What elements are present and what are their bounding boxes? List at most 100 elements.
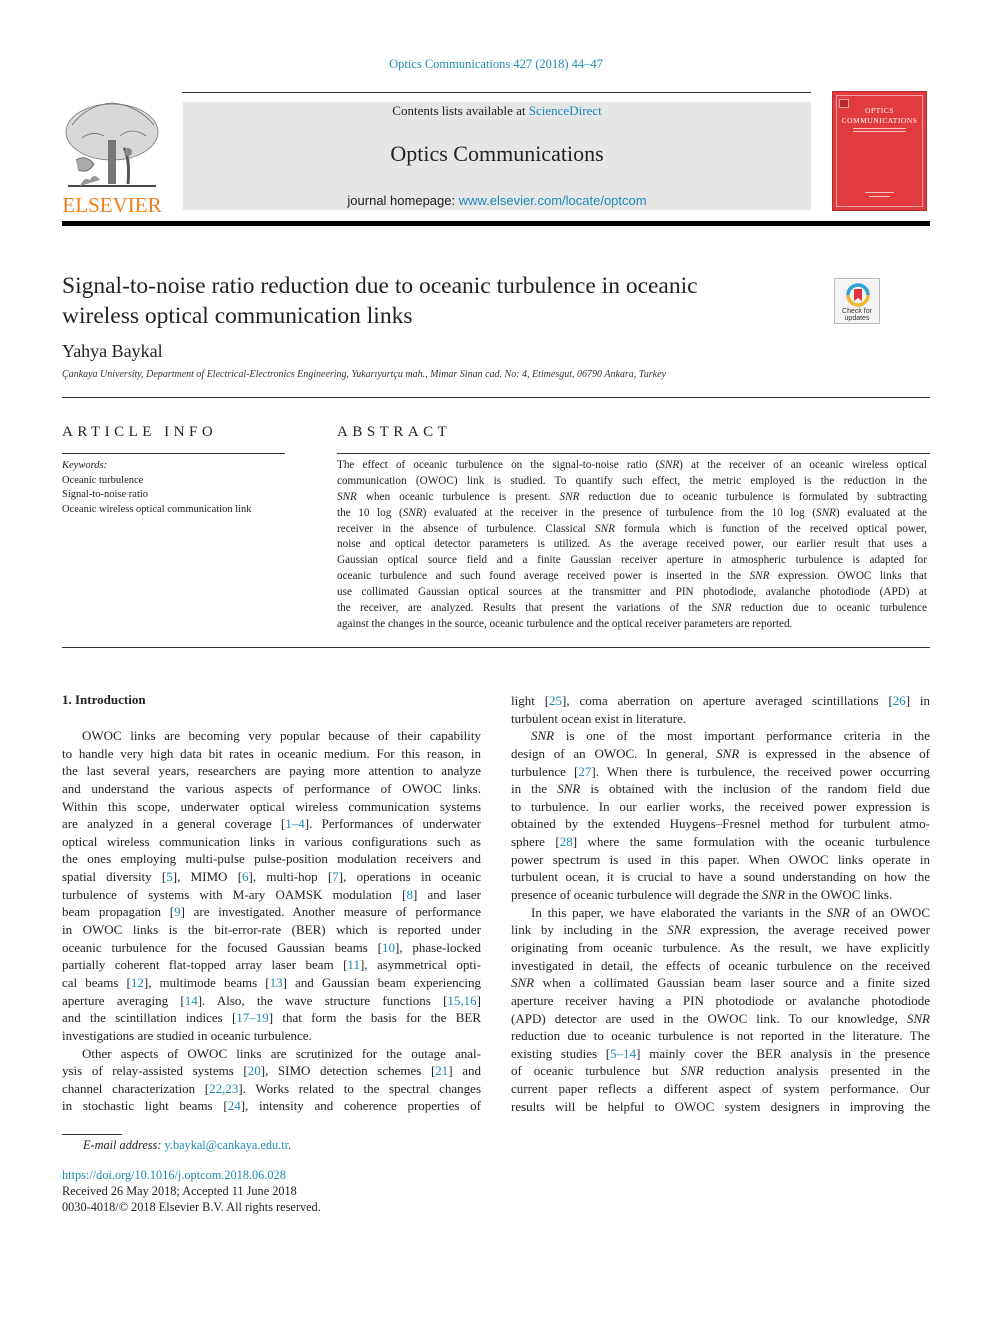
text-line: SNR when oceanic turbulence is present. … [337, 490, 927, 503]
citation-link[interactable]: 6 [242, 869, 249, 884]
abstract-body: The effect of oceanic turbulence on the … [337, 458, 927, 633]
check-updates-label: Check for updates [835, 308, 879, 322]
citation-link[interactable]: 1–4 [285, 816, 305, 831]
citation-link[interactable]: 12 [131, 975, 144, 990]
text-line: light [25], coma aberration on aperture … [511, 693, 930, 708]
citation-link[interactable]: 26 [893, 693, 906, 708]
citation-link[interactable]: 21 [435, 1063, 448, 1078]
text-line: OWOC links are becoming very popular bec… [82, 728, 481, 743]
title-line: wireless optical communication links [62, 303, 413, 329]
header-rule [182, 92, 811, 93]
citation-link[interactable]: 27 [578, 764, 591, 779]
cover-title-line2: COMMUNICATIONS [841, 116, 918, 125]
text-line: obtained by the extended Huygens–Fresnel… [511, 816, 930, 832]
citation-link[interactable]: 5 [166, 869, 173, 884]
citation-link[interactable]: 17–19 [236, 1010, 269, 1025]
text-line: existing studies [5–14] mainly cover the… [511, 1045, 931, 1061]
body-column-right: light [25], coma aberration on aperture … [511, 692, 930, 1115]
cover-text-line [853, 131, 906, 132]
cover-title-line1: OPTICS [865, 106, 894, 115]
text-line: channel characterization [22,23]. Works … [62, 1080, 482, 1096]
homepage-prefix: journal homepage: [347, 193, 459, 208]
email-link[interactable]: y.baykal@cankaya.edu.tr [165, 1138, 289, 1152]
doi-link[interactable]: https://doi.org/10.1016/j.optcom.2018.06… [62, 1168, 286, 1183]
abstract-rule [337, 453, 930, 454]
citation-link[interactable]: 20 [248, 1063, 261, 1078]
text-line: current paper reflects a different aspec… [511, 1081, 930, 1097]
citation-link[interactable]: 24 [228, 1098, 241, 1113]
cover-text-line [865, 192, 894, 193]
citation-link[interactable]: 25 [549, 693, 562, 708]
text-line: power spectrum is used in this paper. Wh… [511, 851, 930, 867]
copyright-notice: 0030-4018/© 2018 Elsevier B.V. All right… [62, 1200, 321, 1214]
text-line: aperture receiver having a PIN photodiod… [511, 992, 930, 1008]
email-label: E-mail address: [83, 1138, 165, 1152]
snr-term: SNR [716, 745, 740, 761]
text-line: the 10 log (SNR) evaluated at the receiv… [337, 506, 928, 519]
citation-link[interactable]: 10 [382, 940, 395, 955]
keyword-item: Signal-to-noise ratio [62, 489, 149, 500]
citation-link[interactable]: 22,23 [209, 1081, 238, 1096]
text-line: oceanic turbulence for the focused Gauss… [62, 939, 481, 955]
journal-cover-thumbnail[interactable]: OPTICS COMMUNICATIONS [832, 91, 927, 211]
snr-term: SNR [749, 570, 770, 583]
text-line: originating from oceanic turbulence. As … [511, 939, 930, 955]
text-line: Gaussian optical source field and a fini… [337, 554, 927, 567]
contents-available-line: Contents lists available at ScienceDirec… [183, 103, 811, 119]
article-info-rule [62, 453, 285, 454]
header-thick-rule [62, 221, 930, 226]
text-line: sphere [28] where the same formulation w… [511, 834, 930, 850]
check-for-updates-button[interactable]: Check for updates [834, 278, 880, 324]
citation-link[interactable]: 13 [270, 975, 283, 990]
text-line: optical wireless communication links in … [62, 833, 481, 849]
journal-homepage-link[interactable]: www.elsevier.com/locate/optcom [459, 193, 647, 208]
text-line: investigated in detail, the effects of o… [511, 957, 930, 973]
text-line: ysis of relay-assisted systems [20], SIM… [62, 1063, 481, 1079]
text-line: In this paper, we have elaborated the va… [531, 904, 930, 920]
section-heading-introduction: 1. Introduction [62, 692, 146, 707]
snr-term: SNR [595, 522, 615, 535]
citation-link[interactable]: 11 [347, 957, 360, 972]
text-line: against the changes in the source, ocean… [337, 617, 793, 630]
snr-term: SNR [531, 728, 555, 744]
article-info-heading: ARTICLE INFO [62, 424, 218, 440]
received-dates: Received 26 May 2018; Accepted 11 June 2… [62, 1184, 297, 1198]
email-suffix: . [288, 1138, 292, 1152]
citation-link[interactable]: 15,16 [447, 993, 476, 1008]
text-line: turbulent ocean, it is crucial to have a… [511, 869, 930, 885]
snr-term: SNR [337, 490, 357, 503]
snr-term: SNR [511, 975, 535, 991]
text-line: results will be helpful to OWOC system d… [511, 1098, 930, 1114]
snr-term: SNR [402, 506, 423, 519]
keywords-block: Keywords: Oceanic turbulence Signal-to-n… [62, 459, 252, 517]
text-line: turbulence of systems with M-ary OAMSK m… [62, 886, 482, 902]
text-line: receiver in the absence of turbulence. C… [337, 522, 927, 535]
text-line: spatial diversity [5], MIMO [6], multi-h… [62, 869, 482, 885]
citation-link[interactable]: 14 [185, 993, 198, 1008]
text-line: to handle very high data bit rates in oc… [62, 745, 481, 761]
text-line: the ones employing multi-pulse pulse-pos… [62, 851, 481, 867]
check-updates-line1: Check for [842, 308, 872, 315]
contents-prefix: Contents lists available at [392, 103, 529, 118]
snr-term: SNR [711, 602, 732, 615]
citation-link[interactable]: 5–14 [610, 1046, 636, 1061]
journal-citation-link[interactable]: Optics Communications 427 (2018) 44–47 [0, 57, 992, 72]
text-line: and the scintillation indices [17–19] th… [62, 1010, 482, 1026]
email-footnote: E-mail address: y.baykal@cankaya.edu.tr. [83, 1138, 291, 1153]
snr-term: SNR [906, 1010, 930, 1026]
sciencedirect-link[interactable]: ScienceDirect [529, 103, 602, 118]
journal-homepage-line: journal homepage: www.elsevier.com/locat… [183, 193, 811, 208]
abstract-bottom-rule [62, 647, 930, 648]
text-line: aperture averaging [14]. Also, the wave … [62, 992, 481, 1008]
citation-link[interactable]: 7 [332, 869, 339, 884]
footnote-rule [62, 1134, 122, 1135]
citation-link[interactable]: 8 [406, 887, 413, 902]
snr-term: SNR [659, 459, 680, 471]
citation-link[interactable]: 9 [174, 904, 181, 919]
citation-link[interactable]: 28 [560, 834, 573, 849]
abstract-heading: ABSTRACT [337, 424, 452, 440]
snr-term: SNR [680, 1063, 704, 1079]
text-line: noise and optical detector parameters is… [337, 538, 927, 551]
text-line: of oceanic turbulence but SNR reduction … [511, 1063, 930, 1079]
text-line: in the SNR is obtained with the inclusio… [511, 781, 930, 797]
